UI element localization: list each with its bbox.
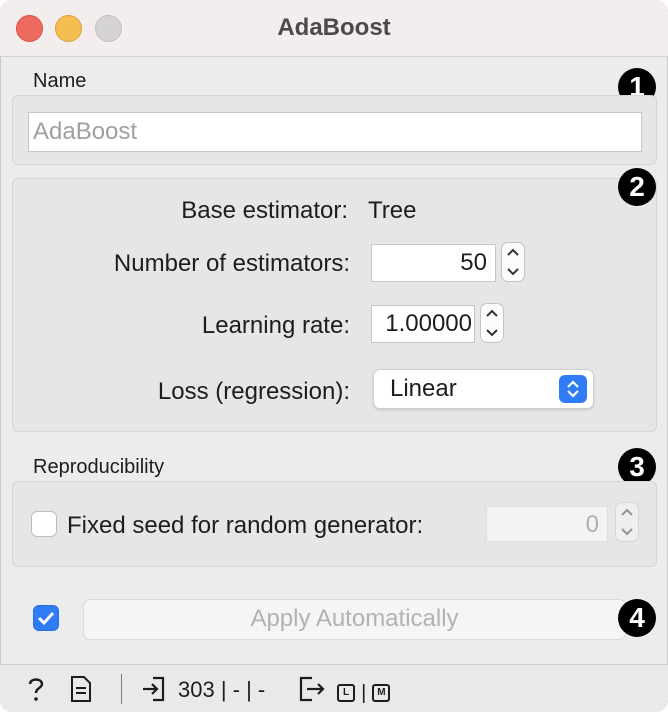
reproducibility-groupbox: Fixed seed for random generator: 0 — [12, 481, 657, 567]
output-summary: L | M — [337, 679, 391, 705]
chevron-up-icon[interactable] — [502, 243, 524, 262]
fixed-seed-label: Fixed seed for random generator: — [67, 512, 424, 539]
loss-label: Loss (regression): — [157, 378, 350, 405]
loss-select[interactable]: Linear — [373, 369, 594, 409]
input-icon — [143, 676, 165, 702]
window: AdaBoost Name 1 AdaBoost 2 Base estimato… — [0, 0, 668, 712]
report-icon[interactable] — [70, 675, 92, 703]
auto-apply-checkbox[interactable] — [33, 605, 59, 631]
fixed-seed-checkbox[interactable] — [31, 511, 57, 537]
badge-2: 2 — [618, 168, 656, 206]
loss-select-value: Linear — [390, 375, 457, 402]
n-estimators-stepper[interactable] — [501, 242, 525, 282]
output-m-badge: M — [372, 684, 391, 703]
learning-rate-label: Learning rate: — [201, 312, 350, 339]
name-input[interactable]: AdaBoost — [28, 112, 642, 152]
name-groupbox: AdaBoost — [12, 95, 657, 165]
seed-stepper[interactable] — [615, 502, 639, 542]
n-estimators-input[interactable]: 50 — [371, 244, 496, 282]
chevron-down-icon[interactable] — [481, 323, 503, 342]
name-section-label: Name — [33, 70, 87, 92]
chevron-down-icon[interactable] — [502, 262, 524, 281]
updown-arrows-icon — [559, 375, 587, 403]
window-title: AdaBoost — [277, 14, 391, 41]
chevron-down-icon[interactable] — [616, 522, 638, 541]
status-separator — [121, 674, 122, 704]
output-icon — [299, 676, 325, 702]
checkmark-icon — [37, 611, 55, 626]
reproducibility-section-label: Reproducibility — [33, 456, 165, 478]
title-bar: AdaBoost — [0, 0, 668, 57]
output-separator: | — [361, 682, 367, 704]
learning-rate-input[interactable]: 1.00000 — [371, 305, 475, 343]
status-bar: 303 | - | - L | M — [0, 664, 668, 712]
question-icon[interactable] — [24, 675, 48, 703]
base-estimator-value: Tree — [368, 197, 417, 224]
learning-rate-stepper[interactable] — [480, 303, 504, 343]
base-estimator-label: Base estimator: — [181, 197, 348, 224]
input-summary: 303 | - | - — [178, 677, 266, 702]
chevron-up-icon[interactable] — [481, 304, 503, 323]
seed-input[interactable]: 0 — [486, 506, 608, 542]
output-l-badge: L — [337, 684, 355, 703]
badge-4: 4 — [618, 599, 656, 637]
apply-automatically-button[interactable]: Apply Automatically — [83, 599, 626, 640]
n-estimators-label: Number of estimators: — [113, 250, 350, 277]
chevron-up-icon[interactable] — [616, 503, 638, 522]
